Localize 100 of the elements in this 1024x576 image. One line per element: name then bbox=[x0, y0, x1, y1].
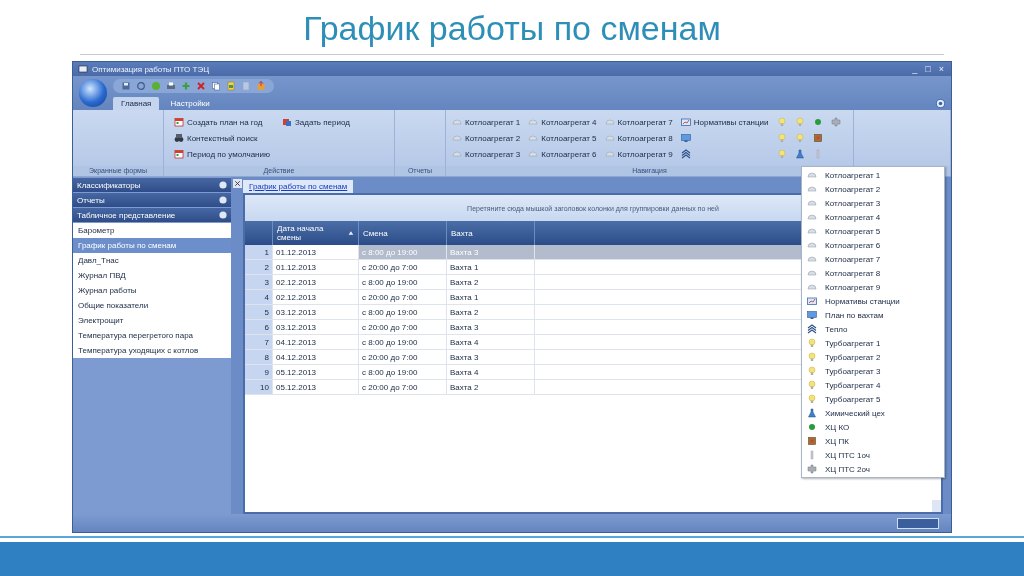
table-cell: 02.12.2013 bbox=[273, 290, 359, 304]
row-number: 8 bbox=[245, 350, 273, 364]
document-tab[interactable]: График работы по сменам bbox=[243, 180, 354, 193]
tank-icon bbox=[528, 133, 539, 143]
menu-item[interactable]: Котлоагрегат 2 bbox=[802, 182, 944, 196]
ribbon-tab[interactable]: Главная bbox=[113, 97, 160, 110]
ribbon-button[interactable]: Котлоагрегат 5 bbox=[528, 130, 597, 146]
app-menu-orb[interactable] bbox=[79, 79, 107, 107]
menu-item[interactable]: Котлоагрегат 3 bbox=[802, 196, 944, 210]
menu-item[interactable]: Тепло bbox=[802, 322, 944, 336]
accordion-header[interactable]: Классификаторы bbox=[73, 178, 231, 192]
table-cell: Вахта 1 bbox=[447, 260, 535, 274]
ribbon-button[interactable]: Нормативы станции bbox=[680, 114, 769, 130]
menu-item[interactable]: ХЦ КО bbox=[802, 420, 944, 434]
bulb-icon bbox=[807, 394, 817, 404]
form-list-item[interactable]: Температура уходящих с котлов bbox=[73, 343, 231, 358]
table-cell: Вахта 2 bbox=[447, 275, 535, 289]
ribbon-button[interactable]: Период по умолчанию bbox=[174, 146, 270, 162]
row-number: 3 bbox=[245, 275, 273, 289]
table-cell: с 8:00 до 19:00 bbox=[359, 305, 447, 319]
table-cell: Вахта 4 bbox=[447, 335, 535, 349]
flask-icon[interactable] bbox=[794, 149, 805, 159]
table-cell: Вахта 3 bbox=[447, 350, 535, 364]
column-icon bbox=[807, 450, 817, 460]
ribbon-button[interactable]: Котлоагрегат 7 bbox=[604, 114, 673, 130]
ribbon-button[interactable]: Котлоагрегат 9 bbox=[604, 146, 673, 162]
bulb-icon[interactable] bbox=[776, 117, 787, 127]
bulb-icon bbox=[807, 338, 817, 348]
tank-icon bbox=[528, 149, 539, 159]
save-icon[interactable] bbox=[121, 81, 131, 91]
ribbon-button[interactable]: Котлоагрегат 2 bbox=[452, 130, 521, 146]
table-cell: 04.12.2013 bbox=[273, 335, 359, 349]
row-number: 4 bbox=[245, 290, 273, 304]
menu-item[interactable]: Котлоагрегат 5 bbox=[802, 224, 944, 238]
dot-icon[interactable] bbox=[812, 117, 823, 127]
ribbon-button[interactable]: Задать период bbox=[281, 114, 350, 130]
monitor-icon bbox=[807, 310, 817, 320]
window-control[interactable]: _ bbox=[910, 64, 920, 74]
bulb-icon[interactable] bbox=[776, 149, 787, 159]
delete-icon[interactable] bbox=[196, 81, 206, 91]
form-list-item[interactable]: Барометр bbox=[73, 223, 231, 238]
ribbon-button[interactable]: Создать план на год bbox=[174, 114, 270, 130]
form-list-item[interactable]: Температура перегретого пара bbox=[73, 328, 231, 343]
menu-item[interactable]: Турбоагрегат 5 bbox=[802, 392, 944, 406]
bulb-icon bbox=[807, 352, 817, 362]
calendar-icon bbox=[281, 117, 292, 127]
menu-item[interactable]: ХЦ ПК bbox=[802, 434, 944, 448]
close-icon[interactable] bbox=[232, 179, 242, 188]
menu-item[interactable]: План по вахтам bbox=[802, 308, 944, 322]
menu-item[interactable]: Котлоагрегат 1 bbox=[802, 168, 944, 182]
menu-item[interactable]: ХЦ ПТС 2оч bbox=[802, 462, 944, 476]
chevrons-icon[interactable] bbox=[680, 149, 691, 159]
menu-item[interactable]: Нормативы станции bbox=[802, 294, 944, 308]
menu-item[interactable]: Химический цех bbox=[802, 406, 944, 420]
document-icon[interactable] bbox=[241, 81, 251, 91]
document-icon[interactable] bbox=[226, 81, 236, 91]
table-cell: Вахта 4 bbox=[447, 365, 535, 379]
form-list-item[interactable]: Электрощит bbox=[73, 313, 231, 328]
accordion-header[interactable]: Отчеты bbox=[73, 193, 231, 207]
bulb-icon[interactable] bbox=[794, 117, 805, 127]
ribbon-button[interactable]: Котлоагрегат 1 bbox=[452, 114, 521, 130]
form-list-item[interactable]: Давл_Тнас bbox=[73, 253, 231, 268]
table-cell: с 8:00 до 19:00 bbox=[359, 275, 447, 289]
menu-item[interactable]: ХЦ ПТС 1оч bbox=[802, 448, 944, 462]
print-icon[interactable] bbox=[166, 81, 176, 91]
accordion-header[interactable]: Табличное представление bbox=[73, 208, 231, 222]
table-cell: с 20:00 до 7:00 bbox=[359, 350, 447, 364]
bulb-icon[interactable] bbox=[794, 133, 805, 143]
status-button[interactable] bbox=[897, 517, 939, 529]
ribbon-tab[interactable]: Настройки bbox=[162, 97, 218, 110]
window-control[interactable]: □ bbox=[923, 64, 933, 74]
sort-icon bbox=[348, 230, 354, 236]
menu-item[interactable]: Котлоагрегат 4 bbox=[802, 210, 944, 224]
table-cell: с 8:00 до 19:00 bbox=[359, 335, 447, 349]
ribbon-button[interactable]: Котлоагрегат 4 bbox=[528, 114, 597, 130]
table-cell: с 8:00 до 19:00 bbox=[359, 365, 447, 379]
box-icon[interactable] bbox=[812, 133, 823, 143]
menu-item[interactable]: Турбоагрегат 4 bbox=[802, 378, 944, 392]
dot-icon bbox=[807, 422, 817, 432]
valve-icon[interactable] bbox=[830, 117, 841, 127]
window-control[interactable]: × bbox=[936, 64, 946, 74]
export-icon[interactable] bbox=[256, 81, 266, 91]
monitor-icon[interactable] bbox=[680, 133, 691, 143]
ribbon-button[interactable]: Контекстный поиск bbox=[174, 130, 270, 146]
bulb-icon[interactable] bbox=[776, 133, 787, 143]
table-cell: Вахта 2 bbox=[447, 305, 535, 319]
menu-item[interactable]: Турбоагрегат 2 bbox=[802, 350, 944, 364]
plus-icon[interactable] bbox=[181, 81, 191, 91]
form-list-item[interactable]: Журнал работы bbox=[73, 283, 231, 298]
form-list-item[interactable]: Журнал ПВД bbox=[73, 268, 231, 283]
copy-icon[interactable] bbox=[211, 81, 221, 91]
menu-item[interactable]: Турбоагрегат 3 bbox=[802, 364, 944, 378]
tank-icon bbox=[604, 117, 615, 127]
table-cell: с 20:00 до 7:00 bbox=[359, 260, 447, 274]
form-list-item[interactable]: Общие показатели bbox=[73, 298, 231, 313]
ribbon-button[interactable]: Котлоагрегат 6 bbox=[528, 146, 597, 162]
ribbon-button[interactable]: Котлоагрегат 8 bbox=[604, 130, 673, 146]
table-cell: 03.12.2013 bbox=[273, 305, 359, 319]
menu-item[interactable]: Турбоагрегат 1 bbox=[802, 336, 944, 350]
ribbon-button[interactable]: Котлоагрегат 3 bbox=[452, 146, 521, 162]
